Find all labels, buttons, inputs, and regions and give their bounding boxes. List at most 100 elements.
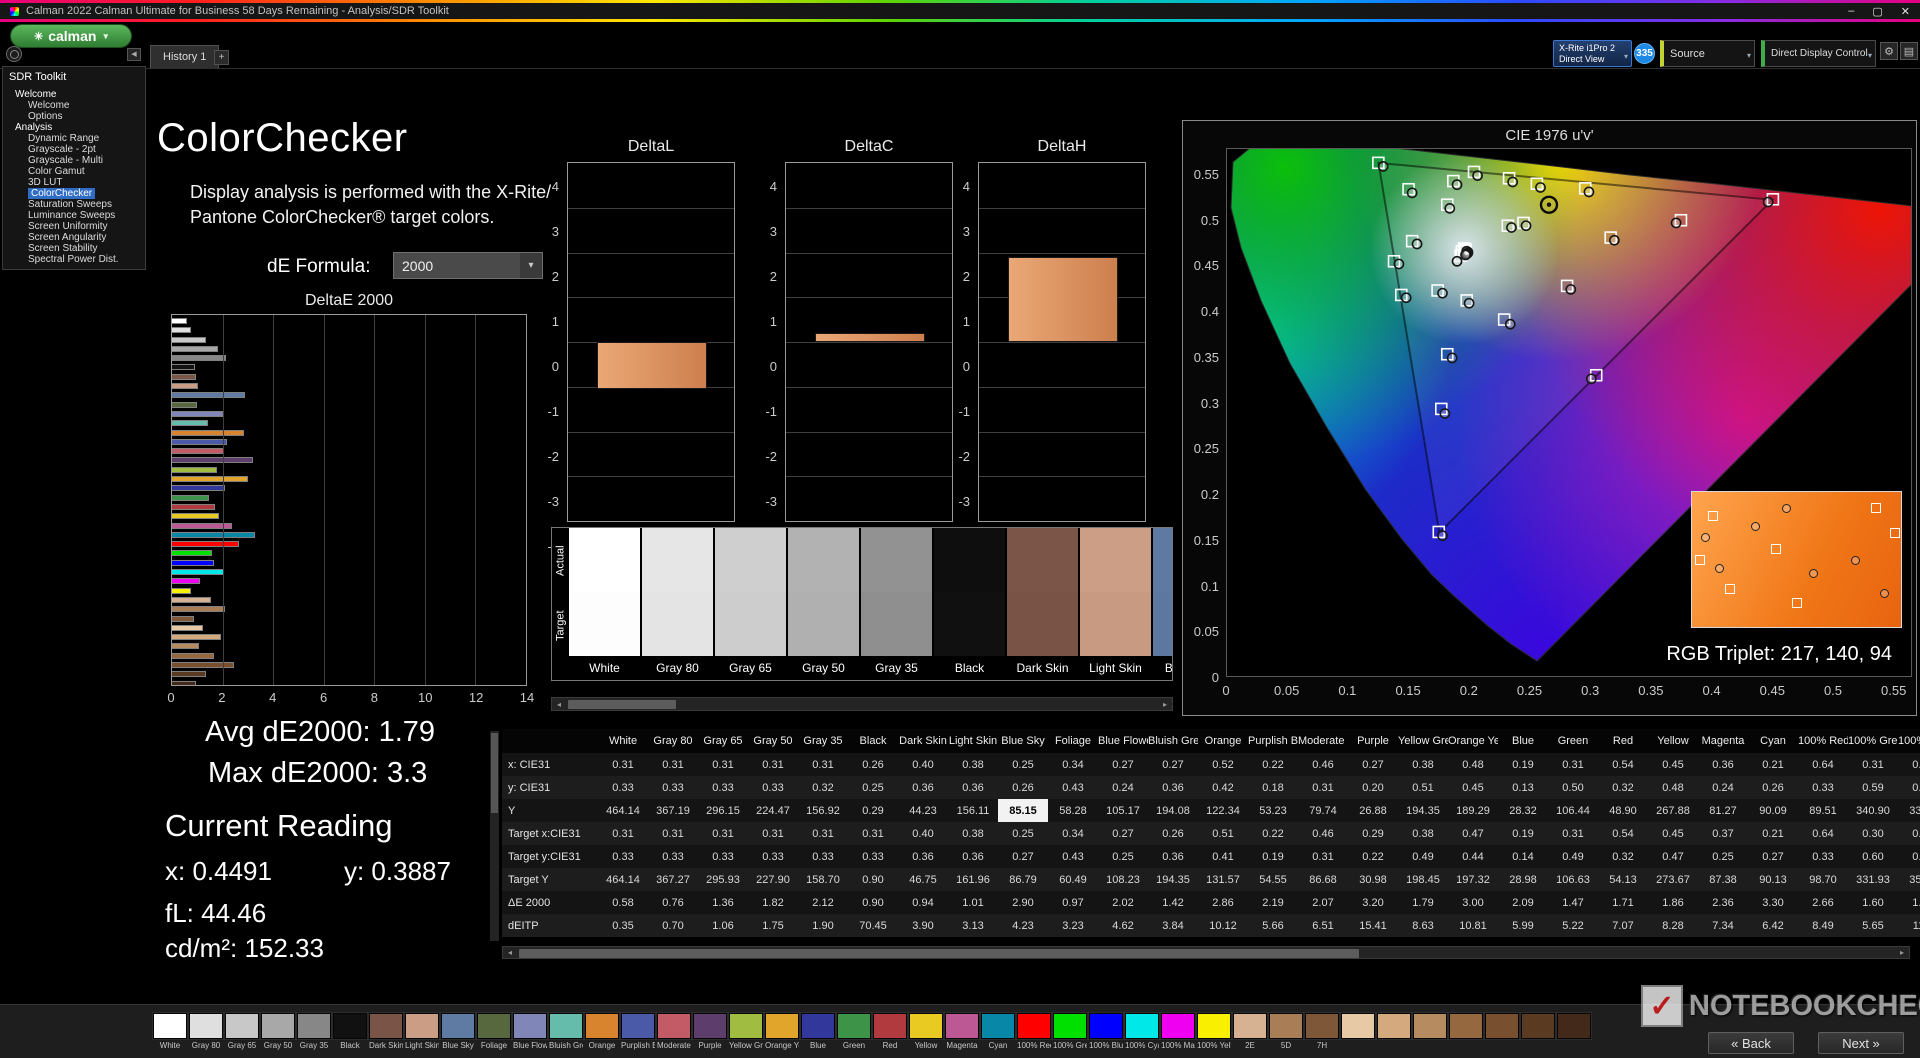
patch-purplish-blue[interactable] — [620, 1012, 656, 1040]
patch-bluish-green[interactable] — [548, 1012, 584, 1040]
scroll-left-icon[interactable]: ◂ — [503, 947, 517, 958]
display-control-selector[interactable]: Direct Display Control ▾ — [1761, 40, 1876, 67]
patch-gray-65[interactable] — [224, 1012, 260, 1040]
patch-100-blue[interactable] — [1088, 1012, 1124, 1040]
sidebar-item-screen-stability[interactable]: Screen Stability — [7, 243, 145, 254]
patch-blue[interactable] — [800, 1012, 836, 1040]
back-button[interactable]: « Back — [1708, 1032, 1794, 1054]
patch-purple[interactable] — [692, 1012, 728, 1040]
sidebar-item-screen-uniformity[interactable]: Screen Uniformity — [7, 221, 145, 232]
swatch-label: Gray 80 — [656, 661, 699, 675]
patch-magenta[interactable] — [944, 1012, 980, 1040]
patch-moderate-red[interactable] — [656, 1012, 692, 1040]
sidebar-item-grayscale-multi[interactable]: Grayscale - Multi — [7, 155, 145, 166]
scroll-right-icon[interactable]: ▸ — [1895, 947, 1909, 958]
page-description: Display analysis is performed with the X… — [190, 182, 552, 227]
patch-100-yellow[interactable] — [1196, 1012, 1232, 1040]
sidebar-item-grayscale-2pt[interactable]: Grayscale - 2pt — [7, 144, 145, 155]
scroll-right-icon[interactable]: ▸ — [1158, 698, 1172, 710]
cell: 0.33 — [762, 850, 784, 863]
patch-orange[interactable] — [584, 1012, 620, 1040]
cell: 70.45 — [859, 919, 887, 932]
patch-100-green[interactable] — [1052, 1012, 1088, 1040]
sidebar-item-saturation-sweeps[interactable]: Saturation Sweeps — [7, 199, 145, 210]
close-button[interactable]: ✕ — [1901, 5, 1910, 18]
swatch-target — [861, 592, 932, 656]
patch-patch-39[interactable] — [1556, 1012, 1592, 1040]
sidebar-collapse-button[interactable]: ◀ — [127, 48, 141, 61]
sidebar-item-label: Spectral Power Dist. — [28, 254, 119, 265]
meter-selector[interactable]: X-Rite i1Pro 2 Direct View ▾ — [1553, 40, 1632, 67]
table-vertical-scrollbar[interactable] — [490, 731, 499, 941]
patch-yellow[interactable] — [908, 1012, 944, 1040]
patch-blue-flower[interactable] — [512, 1012, 548, 1040]
scrollbar-thumb[interactable] — [568, 700, 676, 709]
tab-history-1[interactable]: History 1 — [150, 45, 220, 68]
sidebar-item-spectral-power-dist[interactable]: Spectral Power Dist. — [7, 254, 145, 265]
minimize-button[interactable]: – — [1848, 5, 1854, 17]
cell: 0.50 — [1562, 781, 1584, 794]
add-tab-button[interactable]: + — [214, 50, 229, 65]
patch-patch-38[interactable] — [1520, 1012, 1556, 1040]
patch-5d[interactable] — [1268, 1012, 1304, 1040]
patch-2e[interactable] — [1232, 1012, 1268, 1040]
scroll-left-icon[interactable]: ◂ — [552, 698, 566, 710]
patch-red[interactable] — [872, 1012, 908, 1040]
inset-target-marker — [1695, 554, 1706, 565]
source-selector[interactable]: Source ▾ — [1660, 40, 1755, 67]
patch-100-magenta[interactable] — [1160, 1012, 1196, 1040]
sidebar-item-welcome[interactable]: Welcome — [7, 89, 145, 100]
sidebar-item-label: ColorChecker — [28, 188, 96, 199]
patch-cyan[interactable] — [980, 1012, 1016, 1040]
patch-gray-35[interactable] — [296, 1012, 332, 1040]
cell: 0.33 — [662, 850, 684, 863]
patch-gray-80[interactable] — [188, 1012, 224, 1040]
sidebar-item-dynamic-range[interactable]: Dynamic Range — [7, 133, 145, 144]
patch-black[interactable] — [332, 1012, 368, 1040]
workflow-button[interactable] — [6, 46, 22, 62]
calman-menu-button[interactable]: ✳ calman ▾ — [10, 24, 132, 48]
patch-patch-33[interactable] — [1340, 1012, 1376, 1040]
patch-100-red[interactable] — [1016, 1012, 1052, 1040]
patch-yellow-green[interactable] — [728, 1012, 764, 1040]
settings-gear-button[interactable]: ⚙ — [1880, 42, 1898, 60]
sidebar-item-colorchecker[interactable]: ColorChecker — [7, 188, 145, 199]
scrollbar-thumb[interactable] — [491, 733, 498, 813]
swatch-label: White — [589, 661, 620, 675]
patch-blue-sky[interactable] — [440, 1012, 476, 1040]
cell: 0.33 — [862, 850, 884, 863]
de-formula-select[interactable]: 2000 ▾ — [393, 252, 543, 279]
patch-foliage[interactable] — [476, 1012, 512, 1040]
patch-white[interactable] — [152, 1012, 188, 1040]
sidebar-item-color-gamut[interactable]: Color Gamut — [7, 166, 145, 177]
patch-light-skin[interactable] — [404, 1012, 440, 1040]
next-button[interactable]: Next » — [1818, 1032, 1904, 1054]
sidebar-item-screen-angularity[interactable]: Screen Angularity — [7, 232, 145, 243]
patch-patch-36[interactable] — [1448, 1012, 1484, 1040]
patch-gray-50[interactable] — [260, 1012, 296, 1040]
swatch-scrollbar[interactable]: ◂ ▸ — [551, 697, 1173, 711]
patch-label: White — [159, 1041, 181, 1050]
sidebar-item-options[interactable]: Options — [7, 111, 145, 122]
column-header: Gray 80 — [648, 729, 698, 753]
cie-chart-title: CIE 1976 u'v' — [1505, 127, 1594, 144]
maximize-button[interactable]: ▢ — [1872, 5, 1882, 18]
sidebar-item-analysis[interactable]: Analysis — [7, 122, 145, 133]
cell: 0.46 — [1312, 758, 1334, 771]
patch-patch-35[interactable] — [1412, 1012, 1448, 1040]
scrollbar-thumb[interactable] — [519, 949, 1359, 958]
patch-patch-37[interactable] — [1484, 1012, 1520, 1040]
sidebar-item-3d-lut[interactable]: 3D LUT — [7, 177, 145, 188]
patch-100-cyan[interactable] — [1124, 1012, 1160, 1040]
sidebar-item-welcome[interactable]: Welcome — [7, 100, 145, 111]
sidebar-item-luminance-sweeps[interactable]: Luminance Sweeps — [7, 210, 145, 221]
column-header: Magenta — [1698, 729, 1748, 753]
layout-button[interactable]: ▤ — [1900, 42, 1918, 60]
patch-orange-yellow[interactable] — [764, 1012, 800, 1040]
table-horizontal-scrollbar[interactable]: ◂ ▸ — [502, 946, 1910, 959]
y-value: y: 0.3887 — [343, 856, 451, 886]
patch-7h[interactable] — [1304, 1012, 1340, 1040]
patch-green[interactable] — [836, 1012, 872, 1040]
patch-patch-34[interactable] — [1376, 1012, 1412, 1040]
patch-dark-skin[interactable] — [368, 1012, 404, 1040]
